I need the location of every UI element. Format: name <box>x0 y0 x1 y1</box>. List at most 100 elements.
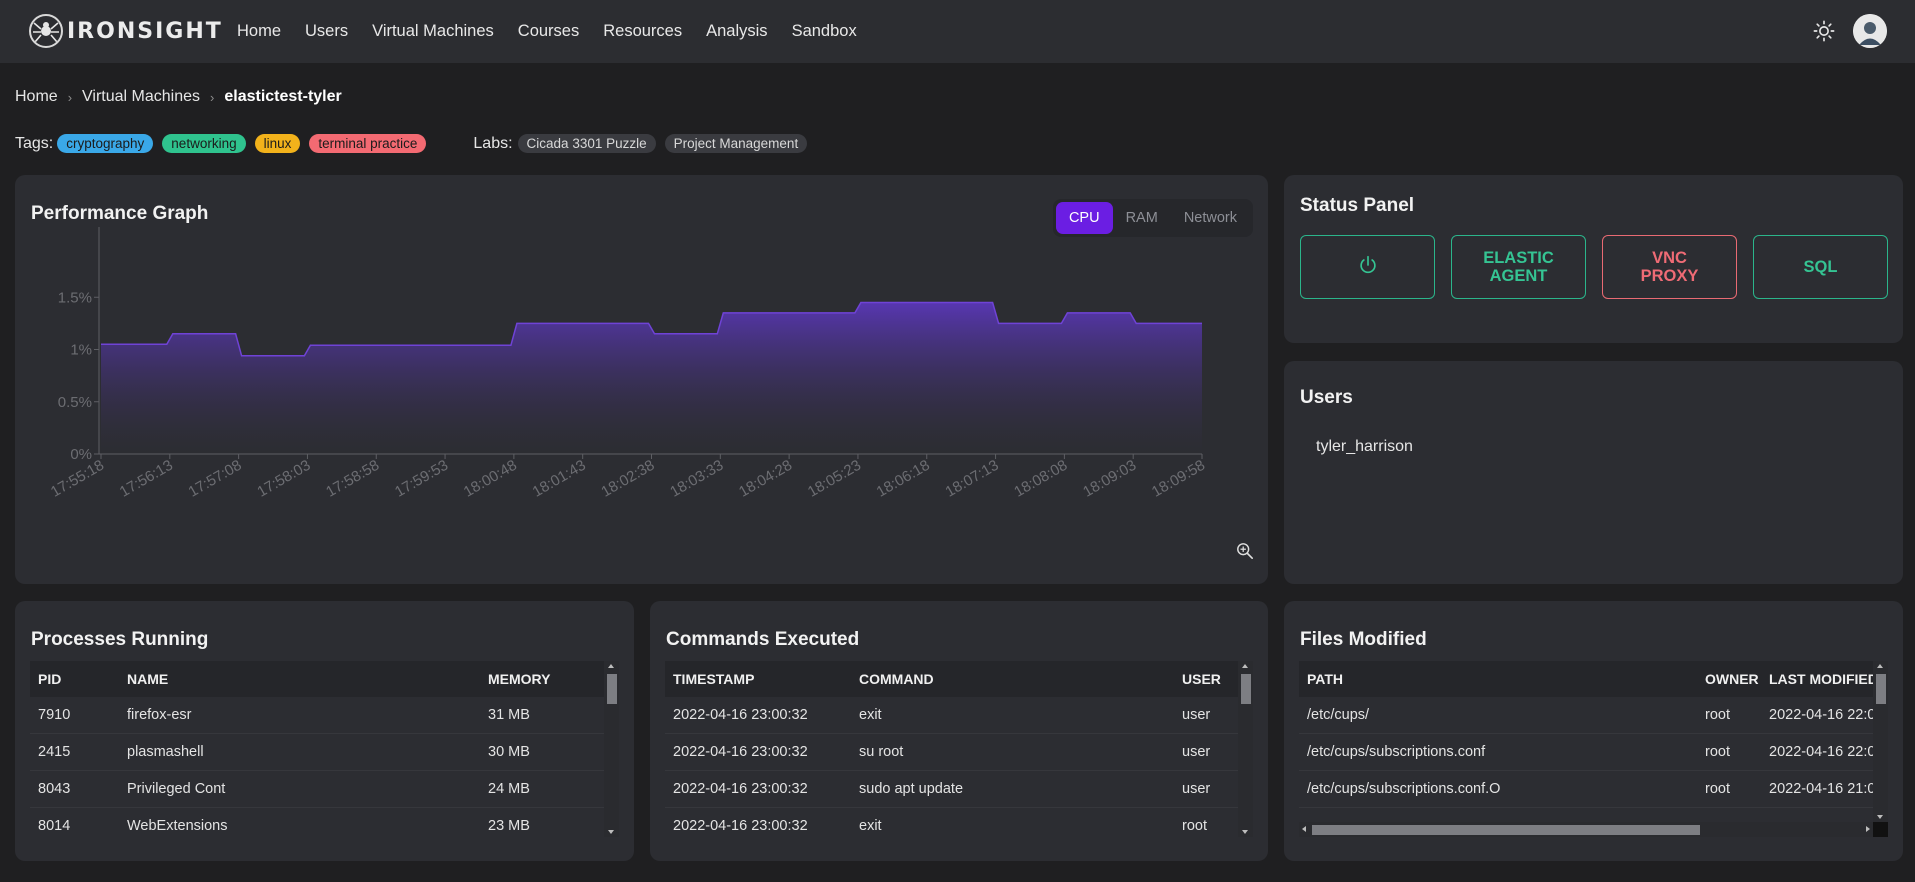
table-row[interactable]: 7910 firefox-esr 31 MB <box>30 697 619 734</box>
table-row[interactable]: 2022-04-16 23:00:32 exit user <box>665 697 1253 734</box>
table-row[interactable]: /etc/cups/subscriptions.conf root 2022-0… <box>1299 734 1888 771</box>
name-cell: Privileged Cont <box>127 781 226 797</box>
scroll-thumb[interactable] <box>1312 825 1700 835</box>
table-header: PID NAME MEMORY <box>30 661 619 697</box>
chevron-right-icon: › <box>210 89 215 105</box>
scroll-down-icon[interactable] <box>1877 815 1883 819</box>
column-header[interactable]: OWNER <box>1697 671 1761 687</box>
table-row[interactable]: 2415 plasmashell 30 MB <box>30 734 619 771</box>
zoom-in-icon[interactable] <box>1236 542 1254 564</box>
memory-cell: 30 MB <box>488 744 530 760</box>
nav-resources[interactable]: Resources <box>603 22 682 41</box>
sql-button[interactable]: SQL <box>1753 235 1888 299</box>
nav-virtual-machines[interactable]: Virtual Machines <box>372 22 494 41</box>
pid-cell: 8043 <box>38 781 71 797</box>
column-header[interactable]: MEMORY <box>480 671 600 687</box>
column-header[interactable]: NAME <box>119 671 480 687</box>
table-row[interactable]: 8043 Privileged Cont 24 MB <box>30 771 619 808</box>
modified-cell: 2022-04-16 22:0 <box>1769 707 1873 723</box>
nav-home[interactable]: Home <box>237 22 281 41</box>
scroll-down-icon[interactable] <box>1242 830 1248 834</box>
y-tick-label: 0.5% <box>58 394 92 411</box>
x-tick-label: 18:09:03 <box>1080 457 1139 501</box>
owner-cell: root <box>1705 781 1730 797</box>
x-tick-label: 18:04:28 <box>736 457 795 501</box>
x-tick-label: 18:08:08 <box>1011 457 1070 501</box>
scroll-right-icon[interactable] <box>1866 826 1870 832</box>
status-panel-title: Status Panel <box>1300 195 1415 216</box>
memory-cell: 23 MB <box>488 818 530 834</box>
path-cell: /etc/cups/subscriptions.conf <box>1307 744 1486 760</box>
power-button[interactable] <box>1300 235 1435 299</box>
tags-row: Tags: cryptography networking linux term… <box>15 134 816 153</box>
user-avatar[interactable] <box>1853 14 1887 48</box>
vertical-scrollbar[interactable] <box>604 661 619 837</box>
pid-cell: 8014 <box>38 818 71 834</box>
table-header: TIMESTAMP COMMAND USER <box>665 661 1253 697</box>
scroll-up-icon[interactable] <box>608 664 614 668</box>
scroll-up-icon[interactable] <box>1877 664 1883 668</box>
nav-courses[interactable]: Courses <box>518 22 579 41</box>
y-tick-label: 1% <box>70 342 92 359</box>
vertical-scrollbar[interactable] <box>1873 661 1888 822</box>
name-cell: WebExtensions <box>127 818 228 834</box>
app-logo[interactable]: IRONSIGHT <box>29 14 223 48</box>
memory-cell: 24 MB <box>488 781 530 797</box>
modified-cell: 2022-04-16 21:0 <box>1769 781 1873 797</box>
timestamp-cell: 2022-04-16 23:00:32 <box>673 818 808 834</box>
column-header[interactable]: PATH <box>1299 671 1697 687</box>
table-row[interactable]: 2022-04-16 23:00:32 su root user <box>665 734 1253 771</box>
scroll-down-icon[interactable] <box>608 830 614 834</box>
scroll-thumb[interactable] <box>607 674 617 704</box>
scroll-left-icon[interactable] <box>1302 826 1306 832</box>
files-card: Files Modified PATH OWNER LAST MODIFIED … <box>1284 601 1903 861</box>
scroll-up-icon[interactable] <box>1242 664 1248 668</box>
column-header[interactable]: COMMAND <box>851 671 1174 687</box>
column-header[interactable]: USER <box>1174 671 1234 687</box>
nav-sandbox[interactable]: Sandbox <box>792 22 857 41</box>
column-header[interactable]: LAST MODIFIED <box>1761 671 1873 687</box>
nav-users[interactable]: Users <box>305 22 348 41</box>
table-row[interactable]: /etc/cups/subscriptions.conf.O root 2022… <box>1299 771 1888 808</box>
user-cell: user <box>1182 744 1211 760</box>
table-row[interactable]: 8014 WebExtensions 23 MB <box>30 808 619 837</box>
files-title: Files Modified <box>1300 629 1427 650</box>
column-header[interactable]: TIMESTAMP <box>665 671 851 687</box>
scroll-thumb[interactable] <box>1876 674 1886 704</box>
user-list-item[interactable]: tyler_harrison <box>1316 438 1413 456</box>
breadcrumb-home[interactable]: Home <box>15 88 58 106</box>
tag-badge[interactable]: terminal practice <box>309 134 427 153</box>
vnc-proxy-button[interactable]: VNC PROXY <box>1602 235 1737 299</box>
y-tick-label: 0% <box>70 446 92 463</box>
command-cell: exit <box>859 818 882 834</box>
labs-label: Labs: <box>473 134 513 152</box>
tag-badge[interactable]: linux <box>254 134 301 153</box>
top-navbar: IRONSIGHT Home Users Virtual Machines Co… <box>0 0 1915 63</box>
column-header[interactable]: PID <box>30 671 119 687</box>
vertical-scrollbar[interactable] <box>1238 661 1253 837</box>
table-row[interactable]: 2022-04-16 23:00:32 sudo apt update user <box>665 771 1253 808</box>
nav-analysis[interactable]: Analysis <box>706 22 767 41</box>
table-row[interactable]: /etc/cups/ root 2022-04-16 22:0 <box>1299 697 1888 734</box>
x-tick-label: 17:56:13 <box>117 457 176 501</box>
scroll-thumb[interactable] <box>1241 674 1251 704</box>
files-table: PATH OWNER LAST MODIFIED /etc/cups/ root… <box>1299 661 1888 837</box>
horizontal-scrollbar[interactable] <box>1299 822 1873 837</box>
commands-title: Commands Executed <box>666 629 860 650</box>
lab-badge[interactable]: Project Management <box>664 134 808 153</box>
x-tick-label: 18:05:23 <box>805 457 864 501</box>
performance-card: Performance Graph CPU RAM Network 0% 0.5%… <box>15 175 1268 584</box>
x-tick-label: 18:01:43 <box>530 457 589 501</box>
tag-badge[interactable]: cryptography <box>57 134 154 153</box>
logo-text: IRONSIGHT <box>67 18 223 44</box>
elastic-agent-button[interactable]: ELASTIC AGENT <box>1451 235 1586 299</box>
tag-badge[interactable]: networking <box>162 134 246 153</box>
name-cell: firefox-esr <box>127 707 192 723</box>
sun-icon[interactable] <box>1809 16 1839 46</box>
breadcrumb-virtual-machines[interactable]: Virtual Machines <box>82 88 200 106</box>
table-row[interactable]: 2022-04-16 23:00:32 exit root <box>665 808 1253 837</box>
pid-cell: 2415 <box>38 744 71 760</box>
user-cell: root <box>1182 818 1207 834</box>
lab-badge[interactable]: Cicada 3301 Puzzle <box>517 134 656 153</box>
timestamp-cell: 2022-04-16 23:00:32 <box>673 707 808 723</box>
